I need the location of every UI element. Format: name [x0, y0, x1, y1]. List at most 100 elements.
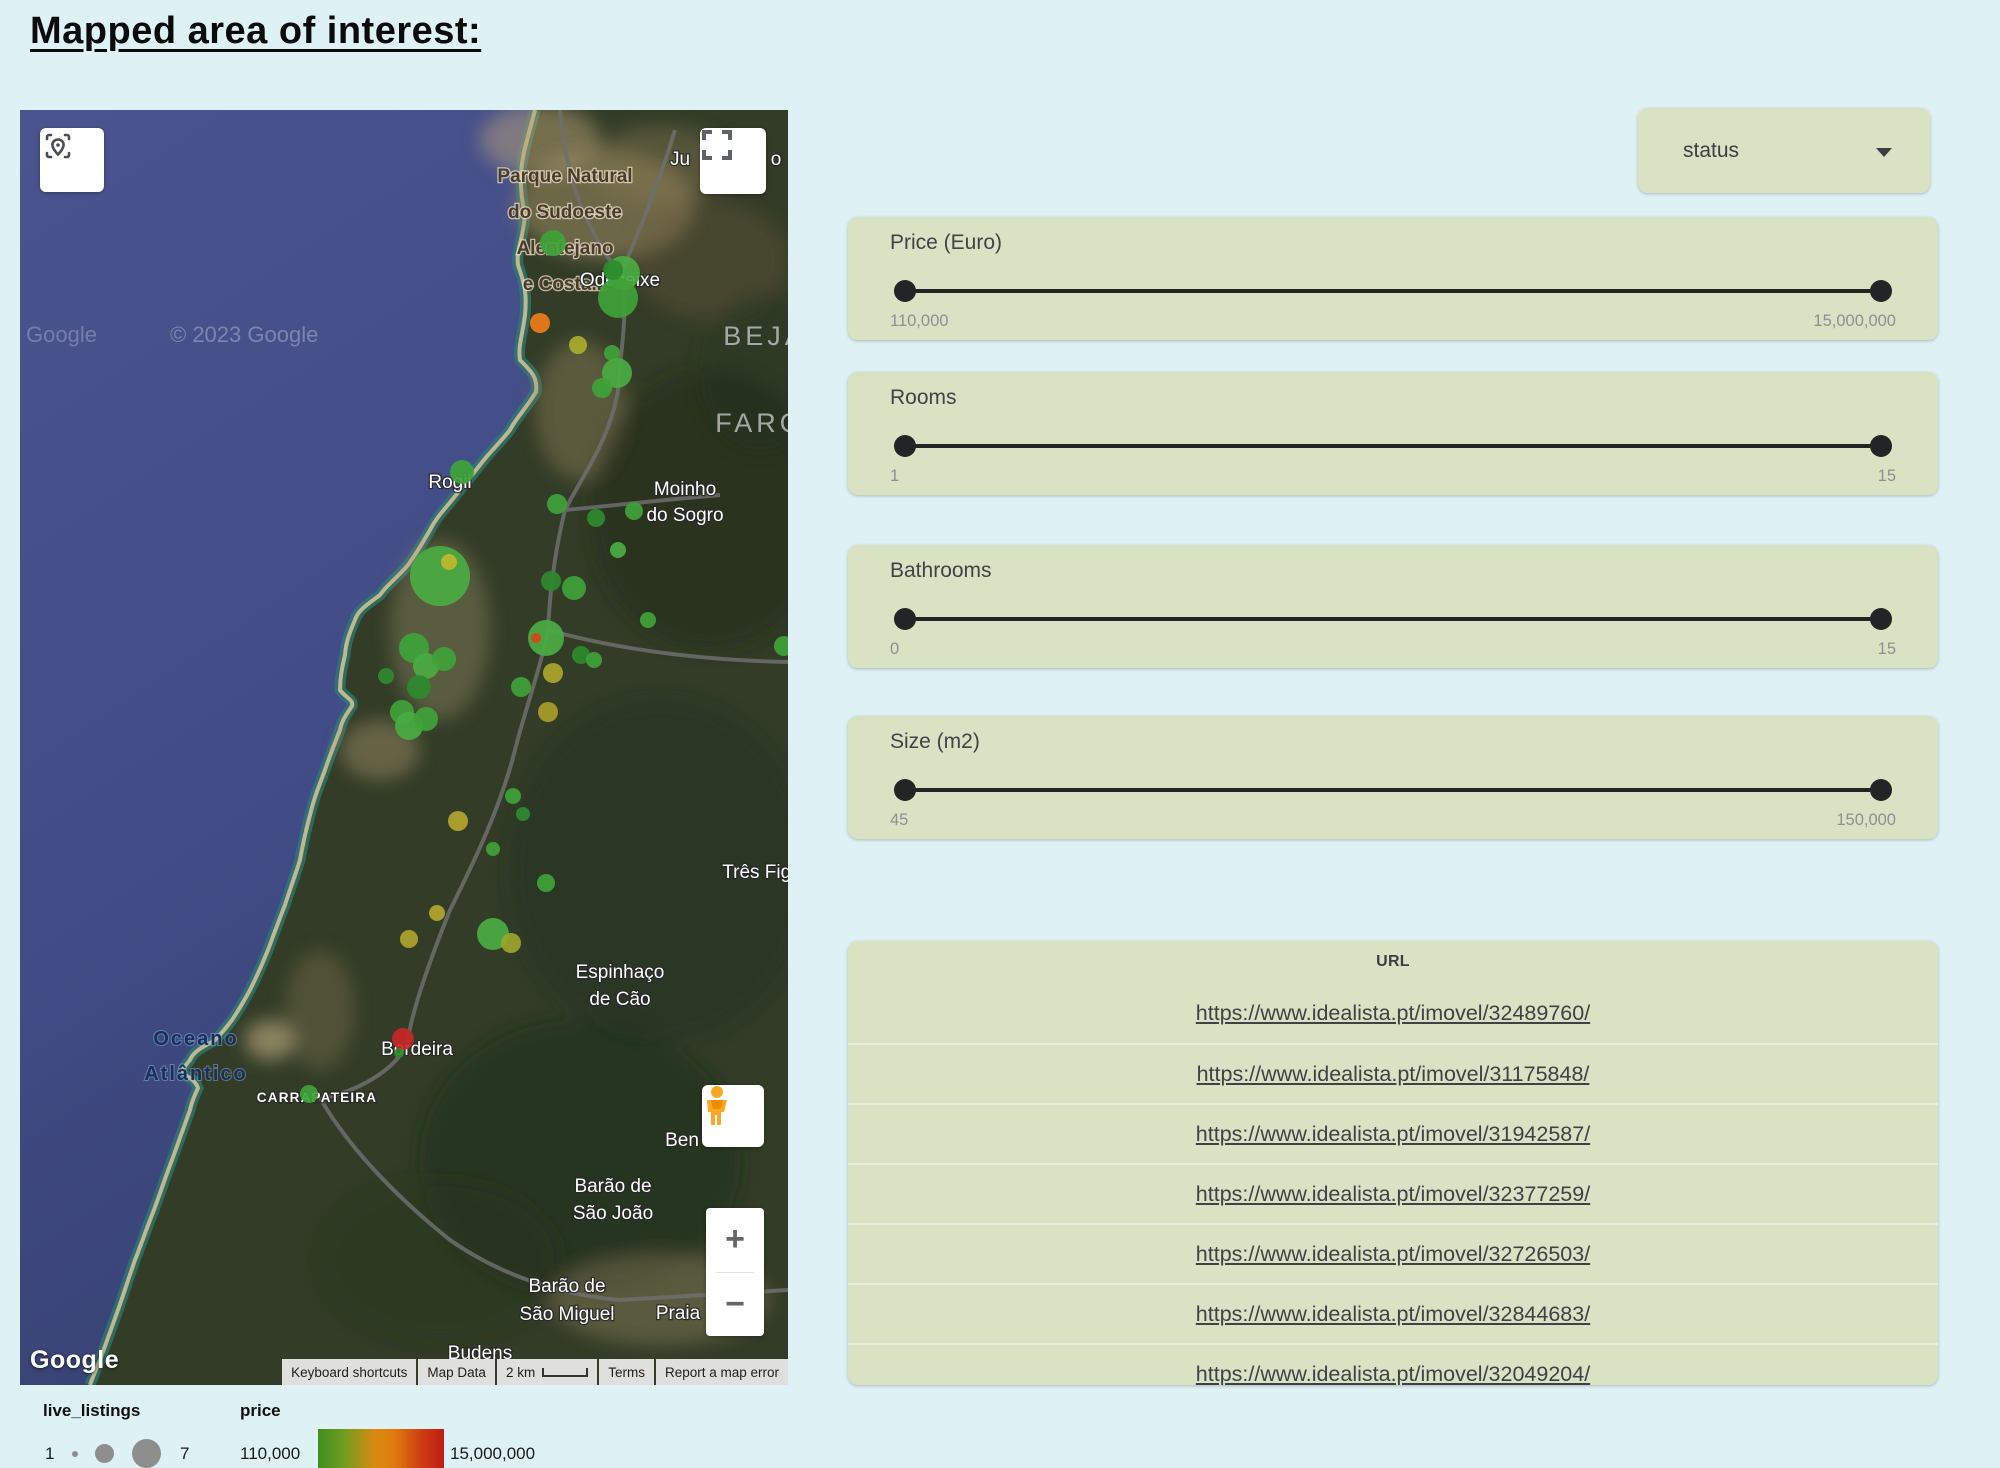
scale-label: 2 km — [506, 1365, 535, 1380]
map-marker[interactable] — [531, 633, 541, 643]
map-marker[interactable] — [432, 647, 456, 671]
rooms-slider-handle-min[interactable] — [894, 435, 916, 457]
listing-link[interactable]: https://www.idealista.pt/imovel/32844683… — [1196, 1302, 1590, 1327]
label-moinho-1: Moinho — [654, 479, 716, 500]
listing-link[interactable]: https://www.idealista.pt/imovel/32726503… — [1196, 1242, 1590, 1267]
map-marker[interactable] — [505, 788, 521, 804]
table-row: https://www.idealista.pt/imovel/32844683… — [848, 1283, 1938, 1343]
map-marker[interactable] — [592, 378, 612, 398]
bathrooms-slider-handle-min[interactable] — [894, 608, 916, 630]
keyboard-shortcuts-button[interactable]: Keyboard shortcuts — [282, 1359, 416, 1385]
color-legend-title: price — [240, 1401, 281, 1421]
rooms-slider-handle-max[interactable] — [1870, 435, 1892, 457]
label-barao-miguel-2: São Miguel — [519, 1304, 614, 1325]
map-marker[interactable] — [441, 554, 457, 570]
page-title: Mapped area of interest: — [30, 10, 481, 53]
size-slider-panel: Size (m2) 45 150,000 — [848, 716, 1938, 839]
map-marker[interactable] — [516, 807, 530, 821]
map-marker[interactable] — [640, 612, 656, 628]
status-dropdown[interactable]: status — [1638, 108, 1930, 193]
map-marker[interactable] — [562, 576, 586, 600]
zoom-control[interactable]: + − — [706, 1208, 764, 1336]
table-row: https://www.idealista.pt/imovel/32049204… — [848, 1343, 1938, 1385]
map-marker[interactable] — [429, 905, 445, 921]
label-oceano-1: Oceano — [153, 1028, 238, 1050]
size-slider-handle-max[interactable] — [1870, 779, 1892, 801]
bathrooms-slider-handle-max[interactable] — [1870, 608, 1892, 630]
label-barao-miguel-1: Barão de — [528, 1276, 605, 1297]
map-marker[interactable] — [569, 336, 587, 354]
label-ju-2: o — [771, 149, 782, 170]
table-row: https://www.idealista.pt/imovel/31175848… — [848, 1043, 1938, 1103]
map-data-label[interactable]: Map Data — [418, 1359, 495, 1385]
map-marker[interactable] — [448, 811, 468, 831]
table-row: https://www.idealista.pt/imovel/32726503… — [848, 1223, 1938, 1283]
map-marker[interactable] — [511, 677, 531, 697]
map-select-area-button[interactable] — [40, 128, 104, 192]
label-espinhaco-2: de Cão — [589, 989, 650, 1010]
map-marker[interactable] — [407, 675, 431, 699]
price-color-gradient — [318, 1429, 444, 1468]
map-marker[interactable] — [486, 842, 500, 856]
scale-bar — [542, 1368, 588, 1377]
listing-link[interactable]: https://www.idealista.pt/imovel/31175848… — [1197, 1062, 1590, 1087]
label-faro: FARO — [715, 408, 788, 438]
map-marker[interactable] — [610, 542, 626, 558]
fullscreen-button[interactable] — [700, 128, 766, 194]
map-marker[interactable] — [378, 668, 394, 684]
label-oceano-2: Atlântico — [144, 1063, 248, 1085]
map-marker[interactable] — [538, 702, 558, 722]
size-legend-dot-small — [72, 1451, 78, 1457]
map-marker[interactable] — [394, 1048, 404, 1058]
map-marker[interactable] — [537, 874, 555, 892]
fullscreen-icon — [700, 128, 734, 162]
map-marker[interactable] — [450, 460, 474, 484]
watermark-copyright: © 2023 Google — [170, 322, 318, 347]
listing-link[interactable]: https://www.idealista.pt/imovel/31942587… — [1196, 1122, 1590, 1147]
size-slider-handle-min[interactable] — [894, 779, 916, 801]
map-marker[interactable] — [530, 313, 550, 333]
map-marker[interactable] — [540, 230, 566, 256]
zoom-out-button[interactable]: − — [706, 1273, 764, 1337]
status-dropdown-label: status — [1683, 139, 1739, 163]
map-marker[interactable] — [603, 260, 623, 280]
pegman-button[interactable] — [702, 1085, 764, 1147]
url-table: URL https://www.idealista.pt/imovel/3248… — [848, 941, 1938, 1385]
listing-link[interactable]: https://www.idealista.pt/imovel/32377259… — [1196, 1182, 1590, 1207]
table-row: https://www.idealista.pt/imovel/32377259… — [848, 1163, 1938, 1223]
map-attribution-bar: Keyboard shortcuts Map Data 2 km Terms R… — [280, 1359, 788, 1385]
rooms-slider-label: Rooms — [890, 386, 957, 410]
map-marker[interactable] — [625, 502, 643, 520]
map-marker[interactable] — [410, 546, 470, 606]
map-marker[interactable] — [598, 278, 638, 318]
price-max-value: 15,000,000 — [1813, 312, 1896, 331]
price-slider-handle-max[interactable] — [1870, 280, 1892, 302]
report-map-error-link[interactable]: Report a map error — [656, 1359, 788, 1385]
listing-link[interactable]: https://www.idealista.pt/imovel/32049204… — [1196, 1362, 1590, 1386]
size-min-value: 45 — [890, 811, 908, 830]
listing-link[interactable]: https://www.idealista.pt/imovel/32489760… — [1196, 1001, 1590, 1026]
map-marker[interactable] — [586, 652, 602, 668]
map-marker[interactable] — [501, 933, 521, 953]
size-legend-title: live_listings — [43, 1401, 140, 1421]
zoom-in-button[interactable]: + — [706, 1208, 764, 1272]
map-marker[interactable] — [300, 1085, 318, 1103]
map-marker[interactable] — [414, 707, 438, 731]
price-slider-track[interactable] — [905, 289, 1881, 293]
size-slider-track[interactable] — [905, 788, 1881, 792]
price-slider-handle-min[interactable] — [894, 280, 916, 302]
map-canvas[interactable]: Google © 2023 Google Parque Natural do S… — [20, 110, 788, 1385]
rooms-slider-track[interactable] — [905, 444, 1881, 448]
label-tres-figueiras: Três Figo — [722, 862, 788, 883]
terms-link[interactable]: Terms — [599, 1359, 654, 1385]
map-marker[interactable] — [400, 930, 418, 948]
label-espinhaco-1: Espinhaço — [576, 962, 665, 983]
map-marker[interactable] — [587, 509, 605, 527]
google-logo: Google — [30, 1346, 119, 1375]
map-marker[interactable] — [541, 571, 561, 591]
map-marker[interactable] — [543, 663, 563, 683]
pin-scan-icon — [40, 128, 76, 164]
map-marker[interactable] — [547, 494, 567, 514]
bathrooms-slider-track[interactable] — [905, 617, 1881, 621]
map-marker[interactable] — [392, 1028, 414, 1050]
